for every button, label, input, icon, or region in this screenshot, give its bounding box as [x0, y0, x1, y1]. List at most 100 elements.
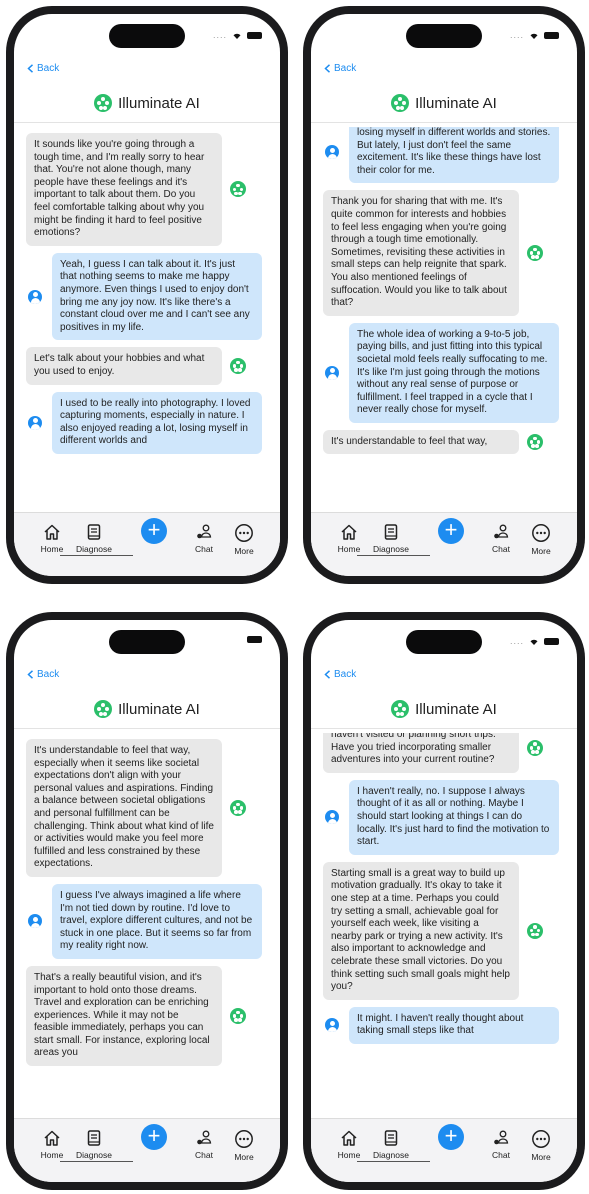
chat-list[interactable]: haven't visited or planning short trips.…: [311, 733, 577, 1119]
battery-icon: [247, 31, 262, 39]
ai-message: That's a really beautiful vision, and it…: [14, 965, 280, 1067]
back-button[interactable]: Back: [324, 669, 356, 680]
tab-more[interactable]: More: [224, 1129, 264, 1162]
tab-label: More: [234, 546, 254, 556]
tab-label: More: [531, 1152, 551, 1162]
app-header: Illuminate AI: [14, 700, 280, 718]
home-icon: [341, 524, 357, 540]
dynamic-island: [109, 24, 185, 48]
user-message-bubble: I haven't really, no. I suppose I always…: [349, 779, 559, 855]
ai-message: It's understandable to feel that way,: [311, 429, 577, 455]
tab-home[interactable]: Home: [32, 1129, 72, 1160]
illuminate-logo-icon: [94, 700, 113, 718]
new-chat-button[interactable]: +: [141, 518, 167, 544]
tab-more[interactable]: More: [521, 523, 561, 556]
user-avatar-icon: [325, 1018, 339, 1033]
tab-home[interactable]: Home: [32, 523, 72, 554]
tab-diagnose[interactable]: Diagnose: [371, 523, 411, 554]
dynamic-island: [406, 630, 482, 654]
header-divider: [311, 122, 577, 123]
phone-screen-4: .... Back Illuminate AI haven't visited …: [303, 612, 585, 1190]
chat-users-icon: [494, 524, 509, 539]
wifi-icon: [233, 33, 241, 39]
user-avatar-icon: [28, 914, 42, 929]
tab-label: Home: [337, 1150, 361, 1160]
tab-chat[interactable]: Chat: [184, 523, 224, 554]
home-icon: [44, 524, 60, 540]
tab-label: Diagnose: [373, 1150, 409, 1160]
tab-label: Chat: [195, 1150, 213, 1160]
app-title: Illuminate AI: [118, 94, 200, 112]
chevron-left-icon: [324, 64, 331, 73]
tab-diagnose[interactable]: Diagnose: [74, 523, 114, 554]
ai-message-bubble: Let's talk about your hobbies and what y…: [26, 347, 222, 385]
app-header: Illuminate AI: [311, 94, 577, 112]
new-chat-button[interactable]: +: [141, 1124, 167, 1150]
tab-more[interactable]: More: [521, 1129, 561, 1162]
illuminate-logo-icon: [391, 94, 410, 112]
signal-dots-icon: ....: [509, 636, 524, 646]
app-title: Illuminate AI: [415, 94, 497, 112]
home-icon: [44, 1130, 60, 1146]
book-icon: [87, 524, 101, 540]
app-title: Illuminate AI: [415, 700, 497, 718]
back-button[interactable]: Back: [27, 63, 59, 74]
user-message: Yeah, I guess I can talk about it. It's …: [14, 252, 280, 341]
tab-diagnose[interactable]: Diagnose: [371, 1129, 411, 1160]
user-message-bubble: I used to be really into photography. I …: [52, 391, 262, 454]
illuminate-logo-icon: [94, 94, 113, 112]
chat-users-icon: [197, 524, 212, 539]
screen: Back Illuminate AI It's understandable t…: [14, 620, 280, 1182]
back-button[interactable]: Back: [324, 63, 356, 74]
app-header: Illuminate AI: [14, 94, 280, 112]
user-message-bubble: I guess I've always imagined a life wher…: [52, 883, 262, 959]
status-bar: [247, 636, 262, 643]
phone-screen-3: Back Illuminate AI It's understandable t…: [6, 612, 288, 1190]
book-icon: [384, 524, 398, 540]
new-chat-button[interactable]: +: [438, 1124, 464, 1150]
tab-bar: Home Diagnose + Chat More: [311, 512, 577, 576]
tab-label: Chat: [195, 544, 213, 554]
tab-label: Home: [337, 544, 361, 554]
tab-diagnose[interactable]: Diagnose: [74, 1129, 114, 1160]
phone-screen-1: .... Back Illuminate AI It sounds like y…: [6, 6, 288, 584]
tab-more[interactable]: More: [224, 523, 264, 556]
user-message: I haven't really, no. I suppose I always…: [311, 779, 577, 855]
ai-message-bubble: haven't visited or planning short trips.…: [323, 733, 519, 773]
tab-home[interactable]: Home: [329, 523, 369, 554]
user-avatar-icon: [325, 810, 339, 825]
tab-label: Diagnose: [76, 544, 112, 554]
tab-chat[interactable]: Chat: [481, 523, 521, 554]
more-icon: [235, 524, 253, 542]
chat-list[interactable]: losing myself in different worlds and st…: [311, 127, 577, 513]
ai-message-bubble: It's understandable to feel that way, es…: [26, 739, 222, 877]
ai-avatar-icon: [527, 922, 543, 939]
more-icon: [532, 1130, 550, 1148]
ai-avatar-icon: [230, 799, 246, 816]
tab-label: More: [531, 546, 551, 556]
tab-bar: Home Diagnose + Chat More: [311, 1118, 577, 1182]
back-label: Back: [37, 669, 60, 680]
tab-chat[interactable]: Chat: [481, 1129, 521, 1160]
plus-icon: +: [147, 517, 161, 542]
app-header: Illuminate AI: [311, 700, 577, 718]
ai-message: It's understandable to feel that way, es…: [14, 739, 280, 877]
chat-users-icon: [197, 1130, 212, 1145]
screen: .... Back Illuminate AI losing myself in…: [311, 14, 577, 576]
tab-underline: [357, 555, 430, 556]
book-icon: [384, 1130, 398, 1146]
screen: .... Back Illuminate AI It sounds like y…: [14, 14, 280, 576]
new-chat-button[interactable]: +: [438, 518, 464, 544]
illuminate-logo-icon: [391, 700, 410, 718]
tab-home[interactable]: Home: [329, 1129, 369, 1160]
battery-icon: [544, 31, 559, 39]
back-button[interactable]: Back: [27, 669, 59, 680]
plus-icon: +: [444, 1123, 458, 1148]
tab-chat[interactable]: Chat: [184, 1129, 224, 1160]
battery-icon: [544, 637, 559, 645]
tab-underline: [357, 1161, 430, 1162]
chat-list[interactable]: It sounds like you're going through a to…: [14, 127, 280, 513]
ai-avatar-icon: [230, 357, 246, 374]
ai-message-bubble: It sounds like you're going through a to…: [26, 133, 222, 246]
chat-list[interactable]: It's understandable to feel that way, es…: [14, 733, 280, 1119]
